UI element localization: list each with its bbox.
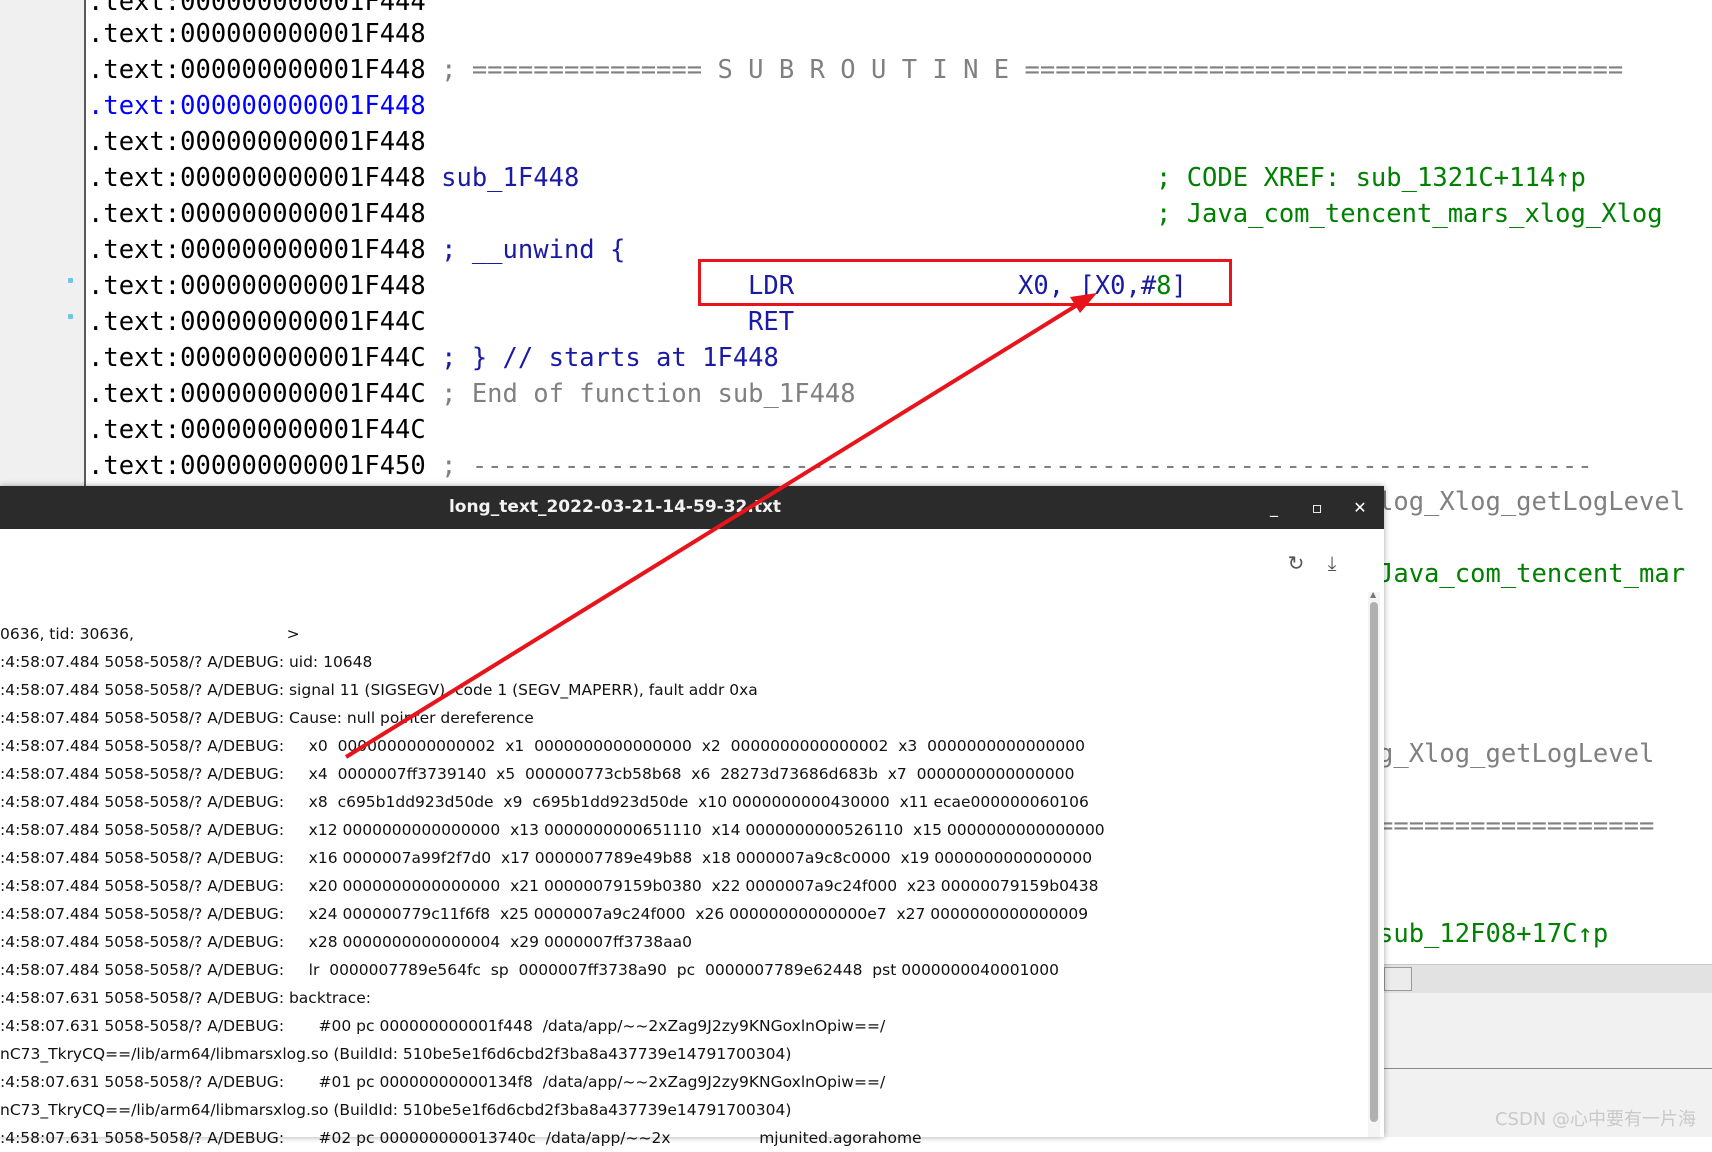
minimize-button[interactable]: _ xyxy=(1254,486,1294,529)
ida-line-5[interactable]: .text:000000000001F448 sub_1F448 xyxy=(88,160,579,196)
ida-line-13[interactable]: .text:000000000001F450 ; ---------------… xyxy=(88,448,1593,484)
log-line: 0636, tid: 30636, > xyxy=(0,625,300,643)
log-line: :4:58:07.484 5058-5058/? A/DEBUG: x20 00… xyxy=(0,877,1099,895)
divider xyxy=(1384,1068,1712,1069)
log-line: :4:58:07.484 5058-5058/? A/DEBUG: x4 000… xyxy=(0,765,1075,783)
address: .text:000000000001F444 xyxy=(88,0,426,17)
ida-line-3-current[interactable]: .text:000000000001F448 xyxy=(88,88,426,124)
log-line: :4:58:07.484 5058-5058/? A/DEBUG: Cause:… xyxy=(0,709,534,727)
log-line: :4:58:07.484 5058-5058/? A/DEBUG: signal… xyxy=(0,681,758,699)
address: .text:000000000001F44C xyxy=(88,343,426,373)
watermark: CSDN @心中要有一片海 xyxy=(1494,1109,1696,1130)
ida-line-11[interactable]: .text:000000000001F44C ; End of function… xyxy=(88,376,856,412)
ida-line-7[interactable]: .text:000000000001F448 ; __unwind { xyxy=(88,232,625,268)
starts-at-comment: ; } // starts at 1F448 xyxy=(441,343,779,373)
ida-gutter-edge xyxy=(84,0,86,490)
address: .text:000000000001F448 xyxy=(88,199,426,229)
log-line: :4:58:07.484 5058-5058/? A/DEBUG: x12 00… xyxy=(0,821,1105,839)
log-line: :4:58:07.631 5058-5058/? A/DEBUG: backtr… xyxy=(0,989,372,1007)
function-label[interactable]: sub_1F448 xyxy=(441,163,579,193)
log-line: :4:58:07.631 5058-5058/? A/DEBUG: #01 pc… xyxy=(0,1073,886,1091)
right-fragment-getloglevel: log_Xlog_getLogLevel xyxy=(1378,487,1686,517)
maximize-button[interactable]: ▫ xyxy=(1297,486,1337,529)
right-fragment-xref: sub_12F08+17C↑p xyxy=(1378,919,1609,949)
address: .text:000000000001F448 xyxy=(88,235,426,265)
refresh-icon[interactable]: ↻ xyxy=(1283,550,1309,576)
log-line: :4:58:07.484 5058-5058/? A/DEBUG: x8 c69… xyxy=(0,793,1089,811)
log-line: :4:58:07.631 5058-5058/? A/DEBUG: #02 pc… xyxy=(0,1129,922,1147)
download-icon[interactable]: ⤓ xyxy=(1319,550,1345,576)
code-xref-comment[interactable]: ; CODE XREF: sub_1321C+114↑p xyxy=(1156,160,1586,196)
log-line: :4:58:07.484 5058-5058/? A/DEBUG: x24 00… xyxy=(0,905,1089,923)
ida-line-1[interactable]: .text:000000000001F448 xyxy=(88,16,426,52)
right-fragment-getloglevel-2: g_Xlog_getLogLevel xyxy=(1378,739,1655,769)
address: .text:000000000001F44C xyxy=(88,379,426,409)
instruction-ret-mnemonic[interactable]: RET xyxy=(748,304,794,340)
breakpoint-marker-2 xyxy=(68,314,73,319)
right-fragment-separator: ================== xyxy=(1378,811,1655,841)
horizontal-scrollbar[interactable] xyxy=(1384,964,1712,993)
address: .text:000000000001F44C xyxy=(88,415,426,445)
address: .text:000000000001F44C xyxy=(88,307,426,337)
viewer-titlebar[interactable]: long_text_2022-03-21-14-59-32.txt _ ▫ ✕ xyxy=(0,486,1384,529)
viewer-title: long_text_2022-03-21-14-59-32.txt xyxy=(448,497,782,517)
address: .text:000000000001F448 xyxy=(88,55,426,85)
log-line: :4:58:07.484 5058-5058/? A/DEBUG: x16 00… xyxy=(0,849,1093,867)
ida-gutter xyxy=(0,0,86,490)
log-line: :4:58:07.484 5058-5058/? A/DEBUG: lr 000… xyxy=(0,961,1060,979)
ida-line-2[interactable]: .text:000000000001F448 ; ===============… xyxy=(88,52,1623,88)
scroll-up-icon[interactable]: ▲ xyxy=(1370,590,1376,599)
log-line: nC73_TkryCQ==/lib/arm64/libmarsxlog.so (… xyxy=(0,1045,792,1063)
subroutine-banner: ; =============== S U B R O U T I N E ==… xyxy=(441,55,1624,85)
vertical-scrollbar[interactable]: ▲ xyxy=(1368,590,1380,1137)
address: .text:000000000001F448 xyxy=(88,19,426,49)
end-of-function-comment: ; End of function sub_1F448 xyxy=(441,379,856,409)
separator-line: ; --------------------------------------… xyxy=(441,451,1593,481)
close-button[interactable]: ✕ xyxy=(1340,486,1380,529)
highlight-box xyxy=(698,259,1232,306)
scrollbar-thumb[interactable] xyxy=(1370,602,1378,1122)
unwind-comment: ; __unwind { xyxy=(441,235,626,265)
log-line: :4:58:07.631 5058-5058/? A/DEBUG: #00 pc… xyxy=(0,1017,886,1035)
ida-line-8[interactable]: .text:000000000001F448 xyxy=(88,268,426,304)
log-line: :4:58:07.484 5058-5058/? A/DEBUG: x28 00… xyxy=(0,933,692,951)
address: .text:000000000001F448 xyxy=(88,163,426,193)
log-line: :4:58:07.484 5058-5058/? A/DEBUG: x0 000… xyxy=(0,737,1085,755)
log-line: :4:58:07.484 5058-5058/? A/DEBUG: uid: 1… xyxy=(0,653,373,671)
address: .text:000000000001F448 xyxy=(88,127,426,157)
scrollbar-thumb[interactable] xyxy=(1384,967,1412,991)
ida-line-10[interactable]: .text:000000000001F44C ; } // starts at … xyxy=(88,340,779,376)
ida-line-6[interactable]: .text:000000000001F448 xyxy=(88,196,426,232)
address: .text:000000000001F448 xyxy=(88,271,426,301)
right-fragment-java: Java_com_tencent_mar xyxy=(1378,559,1686,589)
java-xref-comment[interactable]: ; Java_com_tencent_mars_xlog_Xlog xyxy=(1156,196,1663,232)
breakpoint-marker-1 xyxy=(68,278,73,283)
log-line: nC73_TkryCQ==/lib/arm64/libmarsxlog.so (… xyxy=(0,1101,792,1119)
ida-line-4[interactable]: .text:000000000001F448 xyxy=(88,124,426,160)
address: .text:000000000001F448 xyxy=(88,91,426,121)
ida-line-9[interactable]: .text:000000000001F44C xyxy=(88,304,426,340)
text-viewer-window[interactable]: long_text_2022-03-21-14-59-32.txt _ ▫ ✕ … xyxy=(0,486,1384,1147)
address: .text:000000000001F450 xyxy=(88,451,426,481)
ida-line-12[interactable]: .text:000000000001F44C xyxy=(88,412,426,448)
